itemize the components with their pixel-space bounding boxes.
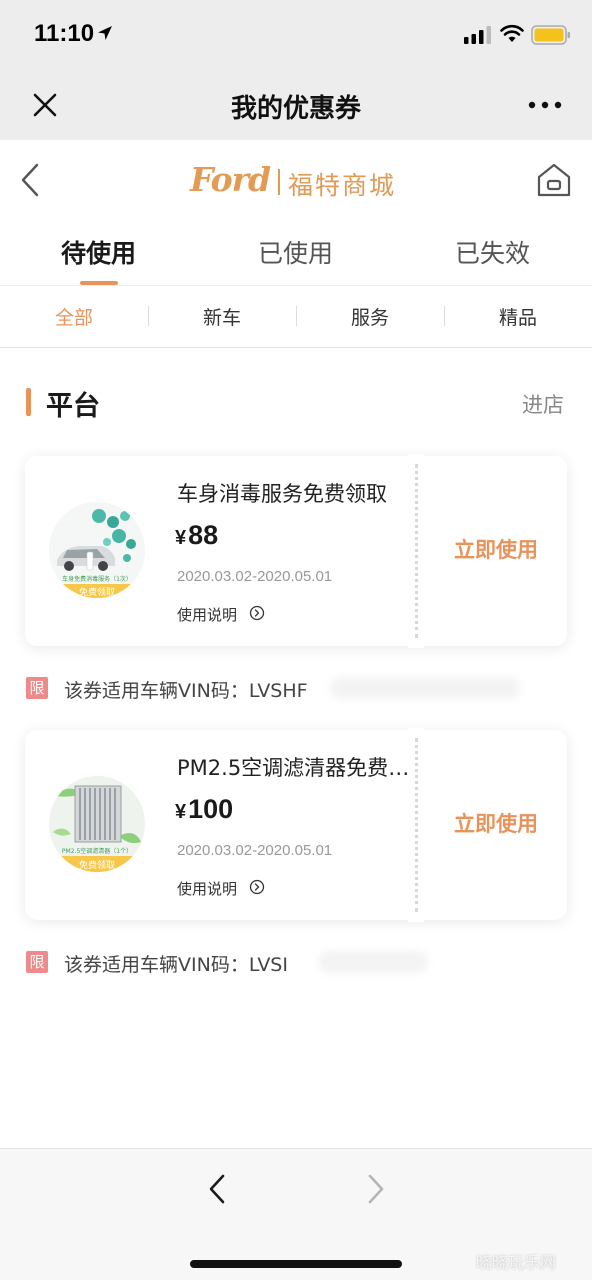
redacted-blur <box>318 951 428 973</box>
limit-badge: 限 <box>26 951 48 973</box>
battery-icon <box>531 25 570 45</box>
coupon-status-tabs: 待使用 已使用 已失效 <box>0 224 592 286</box>
image-caption: 车身免费消毒服务（1次） <box>62 575 132 583</box>
browser-forward-icon[interactable] <box>365 1173 387 1205</box>
browser-back-icon[interactable] <box>206 1173 228 1205</box>
filter-service[interactable]: 服务 <box>296 303 444 330</box>
use-now-button[interactable]: 立即使用 <box>425 534 567 564</box>
signal-icon <box>464 26 491 44</box>
chevron-right-circle-icon[interactable] <box>249 879 265 895</box>
vin-restriction-text: 该券适用车辆VIN码：LVSI <box>64 954 288 976</box>
currency-symbol: ¥ <box>175 801 187 823</box>
usage-instructions-link[interactable]: 使用说明 <box>177 604 237 625</box>
price-value: 88 <box>188 520 219 550</box>
browser-bottom-bar: 晓晓玩乐网 <box>0 1148 592 1280</box>
more-options-icon[interactable] <box>528 98 562 112</box>
filter-new-car[interactable]: 新车 <box>148 303 296 330</box>
coupon-notch <box>408 454 424 462</box>
use-now-button[interactable]: 立即使用 <box>425 808 567 838</box>
air-filter-image: PM2.5空调滤清器（1个） 免费领取 <box>49 776 145 872</box>
image-caption: PM2.5空调滤清器（1个） <box>62 847 132 855</box>
coupon-validity: 2020.03.02-2020.05.01 <box>177 842 333 859</box>
enter-store-link[interactable]: 进店 <box>522 389 564 419</box>
coupon-price: ¥88 <box>175 520 218 551</box>
coupon-card[interactable]: PM2.5空调滤清器（1个） 免费领取 PM2.5空调滤清器免费领取 ¥100 … <box>25 728 567 922</box>
usage-instructions-link[interactable]: 使用说明 <box>177 878 237 899</box>
coupon-validity: 2020.03.02-2020.05.01 <box>177 568 333 585</box>
coupon-notch <box>408 914 424 922</box>
limit-badge: 限 <box>26 677 48 699</box>
active-tab-indicator <box>80 281 118 285</box>
coupon-price: ¥100 <box>175 794 233 825</box>
category-filter: 全部 新车 服务 精品 <box>0 286 592 348</box>
wifi-icon <box>500 24 524 42</box>
title-bar: 我的优惠券 <box>0 70 592 140</box>
ford-logo-text: Ford <box>190 160 271 199</box>
image-caption-free: 免费领取 <box>79 859 115 871</box>
price-value: 100 <box>188 794 234 824</box>
tab-used[interactable]: 已使用 <box>197 234 394 270</box>
currency-symbol: ¥ <box>175 527 187 549</box>
coupon-notch <box>408 640 424 648</box>
home-indicator[interactable] <box>190 1260 402 1268</box>
tab-expired[interactable]: 已失效 <box>394 234 591 270</box>
coupon-title: PM2.5空调滤清器免费领取 <box>177 756 413 780</box>
chevron-right-circle-icon[interactable] <box>249 605 265 621</box>
store-name: 福特商城 <box>288 171 397 200</box>
store-header: Ford 福特商城 <box>0 140 592 224</box>
image-caption-free: 免费领取 <box>79 586 115 598</box>
car-disinfection-image: 车身免费消毒服务（1次） 免费领取 <box>49 502 145 598</box>
page-title: 我的优惠券 <box>230 94 361 124</box>
status-bar: 11:10 <box>0 0 592 70</box>
store-logo[interactable]: Ford 福特商城 <box>190 158 410 208</box>
coupon-divider <box>415 738 418 912</box>
home-icon[interactable] <box>534 162 574 198</box>
coupon-card[interactable]: 车身免费消毒服务（1次） 免费领取 车身消毒服务免费领取 ¥88 2020.03… <box>25 454 567 648</box>
vin-restriction-text: 该券适用车辆VIN码：LVSHF <box>64 680 308 702</box>
logo-divider <box>278 169 280 195</box>
status-time: 11:10 <box>34 20 95 47</box>
tab-unused[interactable]: 待使用 <box>0 234 197 270</box>
location-arrow-icon <box>98 26 112 40</box>
coupon-notch <box>408 728 424 736</box>
section-accent-bar <box>26 388 31 416</box>
section-title: 平台 <box>46 391 100 422</box>
watermark: 晓晓玩乐网 <box>476 1253 557 1272</box>
back-arrow-icon[interactable] <box>18 162 42 198</box>
redacted-blur <box>330 677 520 699</box>
coupon-title: 车身消毒服务免费领取 <box>177 482 387 506</box>
filter-all[interactable]: 全部 <box>0 303 148 330</box>
filter-accessories[interactable]: 精品 <box>444 303 592 330</box>
coupon-divider <box>415 464 418 638</box>
